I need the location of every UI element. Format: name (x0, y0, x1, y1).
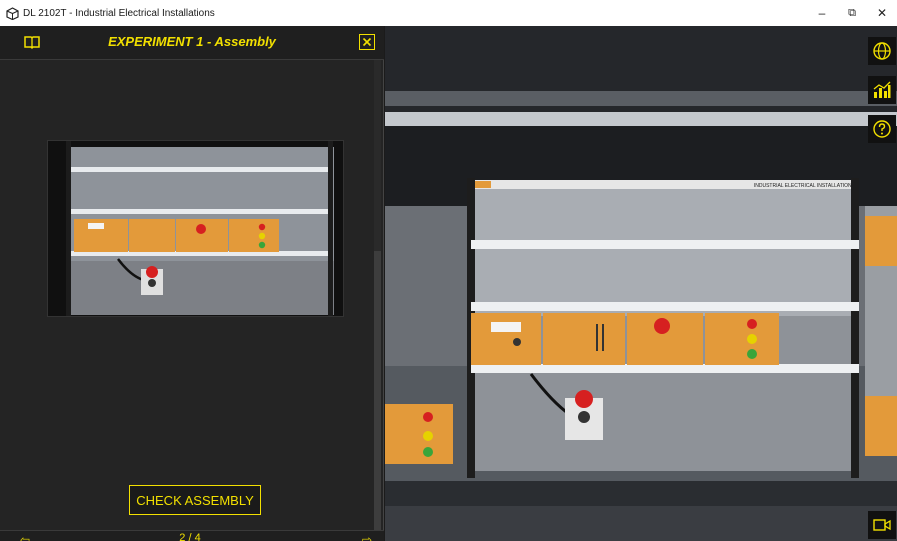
close-window-button[interactable]: ✕ (867, 0, 897, 26)
3d-lab-scene[interactable]: INDUSTRIAL ELECTRICAL INSTALLATIONS (385, 26, 897, 541)
check-assembly-button[interactable]: CHECK ASSEMBLY (129, 485, 261, 515)
restore-button[interactable]: ⧉ (837, 0, 867, 26)
chart-icon[interactable] (868, 76, 896, 104)
experiment-title: EXPERIMENT 1 - Assembly (108, 34, 276, 49)
window-title: DL 2102T - Industrial Electrical Install… (23, 7, 215, 19)
next-page-arrow-icon[interactable]: ⇨ (362, 533, 372, 541)
page-indicator: 2 / 4 (179, 532, 201, 541)
panel-scrollbar-thumb[interactable] (374, 251, 381, 530)
close-icon[interactable] (359, 34, 375, 50)
unity-app-icon (5, 6, 19, 20)
camera-icon[interactable] (868, 511, 896, 539)
assembly-preview-image (47, 140, 344, 317)
page-navigation: ⇦ 2 / 4 ⇨ (0, 530, 384, 541)
panel-header: EXPERIMENT 1 - Assembly (0, 26, 384, 60)
rack-header-label: INDUSTRIAL ELECTRICAL INSTALLATIONS (754, 183, 856, 189)
previous-page-arrow-icon[interactable]: ⇦ (20, 533, 30, 541)
window-titlebar: DL 2102T - Industrial Electrical Install… (0, 0, 897, 26)
minimize-button[interactable]: – (807, 0, 837, 26)
help-icon[interactable] (868, 115, 896, 143)
instructions-panel: EXPERIMENT 1 - Assembly CHECK ASSEMBLY ⇦… (0, 26, 384, 541)
globe-icon[interactable] (868, 37, 896, 65)
book-icon[interactable] (24, 34, 40, 50)
